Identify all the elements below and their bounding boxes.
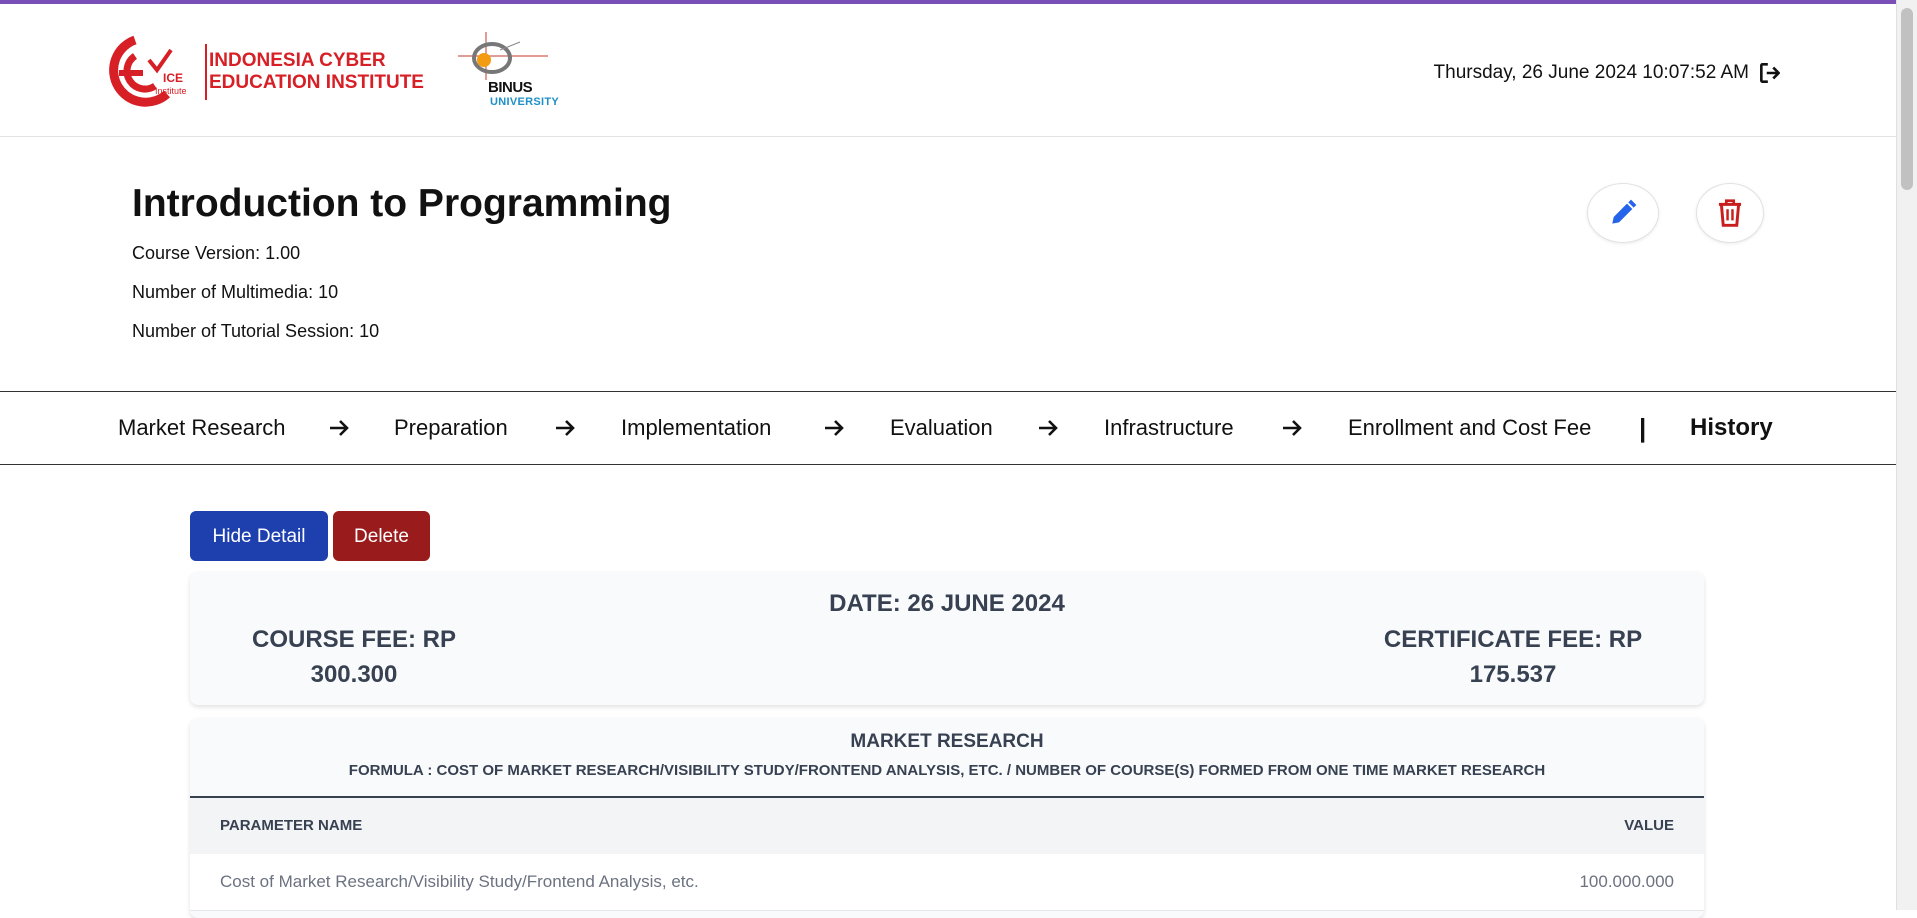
datetime-text: Thursday, 26 June 2024 10:07:52 AM	[1433, 62, 1749, 83]
binus-emblem-icon	[458, 32, 548, 80]
course-version: Course Version: 1.00	[132, 243, 301, 263]
scrollbar-thumb[interactable]	[1901, 8, 1913, 190]
formula-text: FORMULA : COST OF MARKET RESEARCH/VISIBI…	[348, 762, 1546, 779]
pencil-icon	[1612, 199, 1637, 224]
tutorial-session-count: Number of Tutorial Session: 10	[132, 321, 380, 341]
course-fee: COURSE FEE: RP 300.300	[244, 622, 464, 692]
step-navigation: Market Research Preparation Implementati…	[0, 391, 1897, 465]
market-research-card: MARKET RESEARCH FORMULA : COST OF MARKET…	[190, 718, 1704, 918]
parameter-name: Cost of Market Research/Visibility Study…	[220, 872, 699, 891]
svg-text:ICE: ICE	[163, 71, 183, 85]
certificate-fee-value: 175.537	[1469, 661, 1557, 688]
course-fee-value: 300.300	[310, 661, 398, 688]
history-date: DATE: 26 JUNE 2024	[829, 590, 1065, 617]
parameter-value: 100.000.000	[1579, 872, 1674, 891]
page-title: Introduction to Programming	[132, 182, 672, 225]
arrow-right-icon	[825, 420, 844, 436]
delete-course-button[interactable]	[1696, 183, 1764, 243]
binus-sub: UNIVERSITY	[490, 96, 560, 108]
column-header-value: VALUE	[1624, 817, 1674, 834]
table-header: PARAMETER NAME VALUE	[190, 798, 1704, 854]
step-implementation[interactable]: Implementation	[621, 392, 771, 464]
fee-summary-card: DATE: 26 JUNE 2024 COURSE FEE: RP 300.30…	[190, 572, 1704, 705]
ice-logo-line2: EDUCATION INSTITUTE	[209, 72, 424, 93]
course-info: Introduction to Programming Course Versi…	[132, 182, 671, 351]
delete-button[interactable]: Delete	[333, 511, 430, 561]
arrow-right-icon	[1039, 420, 1058, 436]
nav-separator: |	[1639, 413, 1647, 443]
arrow-right-icon	[1283, 420, 1302, 436]
ice-mark-icon: ICE Institute	[109, 35, 187, 107]
datetime-display: Thursday, 26 June 2024 10:07:52 AM	[1434, 60, 1783, 86]
arrow-right-icon	[556, 420, 575, 436]
column-header-parameter: PARAMETER NAME	[220, 817, 363, 834]
edit-button[interactable]	[1587, 183, 1659, 243]
logo-divider	[205, 44, 207, 100]
step-preparation[interactable]: Preparation	[394, 392, 508, 464]
ice-logo[interactable]: ICE Institute INDONESIA CYBER EDUCATION …	[97, 34, 437, 110]
course-fee-label: COURSE FEE: RP	[251, 626, 457, 653]
logout-icon[interactable]	[1757, 60, 1783, 86]
step-infrastructure[interactable]: Infrastructure	[1104, 392, 1234, 464]
ice-logo-line1: INDONESIA CYBER	[209, 50, 386, 71]
trash-icon	[1718, 199, 1742, 227]
table-row: Cost of Market Research/Visibility Study…	[190, 854, 1704, 911]
step-enrollment-cost-fee[interactable]: Enrollment and Cost Fee	[1348, 392, 1591, 464]
multimedia-count: Number of Multimedia: 10	[132, 282, 339, 302]
step-market-research[interactable]: Market Research	[118, 392, 286, 464]
binus-logo[interactable]: BINUS UNIVERSITY	[458, 32, 562, 116]
section-title: MARKET RESEARCH	[850, 731, 1044, 752]
ice-logo-text: INDONESIA CYBER EDUCATION INSTITUTE	[209, 50, 424, 94]
hide-detail-button[interactable]: Hide Detail	[190, 511, 328, 561]
tab-history[interactable]: History	[1690, 392, 1773, 464]
header: ICE Institute INDONESIA CYBER EDUCATION …	[0, 4, 1897, 137]
step-evaluation[interactable]: Evaluation	[890, 392, 993, 464]
arrow-right-icon	[330, 420, 349, 436]
svg-text:Institute: Institute	[155, 86, 187, 96]
certificate-fee-label: CERTIFICATE FEE: RP	[1383, 626, 1643, 653]
binus-name: BINUS	[488, 79, 533, 96]
scrollbar[interactable]	[1896, 0, 1917, 910]
certificate-fee: CERTIFICATE FEE: RP 175.537	[1368, 622, 1658, 692]
